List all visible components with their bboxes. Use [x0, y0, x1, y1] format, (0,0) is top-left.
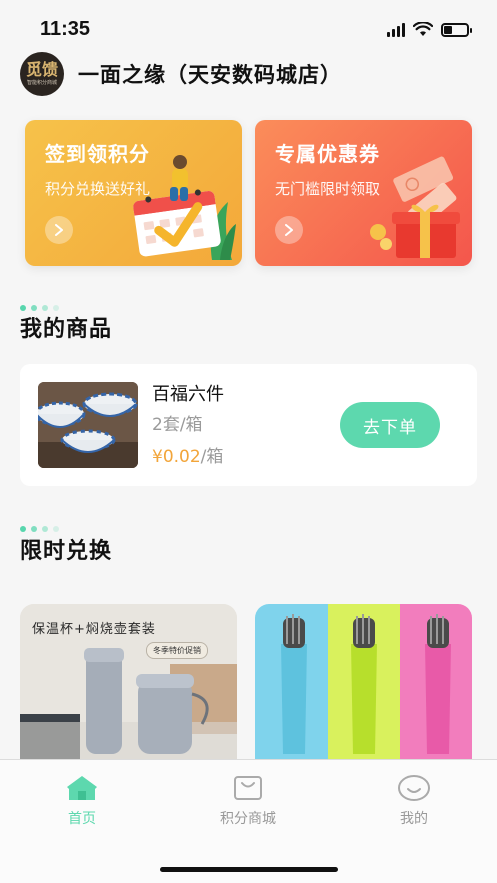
store-header[interactable]: 觅馈 智能积分商城 一面之缘（天安数码城店） — [20, 52, 342, 96]
tab-home-label: 首页 — [68, 811, 96, 827]
product-name: 百福六件 — [152, 384, 224, 405]
place-order-button[interactable]: 去下单 — [340, 402, 440, 448]
exclusive-coupon-card[interactable]: 专属优惠券 无门槛限时领取 — [255, 120, 472, 266]
bowl-set-image — [38, 382, 138, 468]
status-bar: 11:35 — [0, 0, 497, 60]
product-price-unit: /箱 — [200, 447, 224, 467]
wifi-icon — [413, 22, 433, 36]
store-logo-mark: 觅馈 — [25, 59, 58, 79]
status-time: 11:35 — [40, 18, 91, 40]
store-logo-sub: 智能积分商城 — [26, 79, 57, 86]
bottom-tab-bar: 首页 积分商城 我的 — [0, 759, 497, 883]
tab-home[interactable]: 首页 — [22, 774, 142, 828]
exchange-item-card[interactable] — [255, 604, 472, 759]
smile-face-icon — [398, 775, 430, 801]
product-price: ¥0.02/箱 — [152, 442, 223, 467]
checkin-arrow-button[interactable] — [45, 216, 73, 244]
shop-bag-icon — [234, 776, 262, 800]
battery-icon — [441, 22, 472, 37]
store-logo: 觅馈 智能积分商城 — [20, 52, 64, 96]
flash-exchange-title: 限时兑换 — [20, 539, 113, 564]
section-dots-decoration — [20, 526, 59, 532]
tab-points-mall[interactable]: 积分商城 — [188, 774, 308, 828]
exchange-banner-text: 保温杯+焖烧壶套装 — [32, 622, 156, 637]
home-indicator — [160, 867, 338, 872]
status-icons — [387, 22, 472, 37]
tab-mine-label: 我的 — [400, 811, 428, 827]
product-image — [38, 382, 138, 468]
product-spec: 2套/箱 — [152, 415, 203, 435]
my-products-title: 我的商品 — [20, 317, 113, 342]
exchange-badge: 冬季特价促销 — [146, 642, 208, 659]
checkin-points-card[interactable]: 签到领积分 积分兑换送好礼 — [25, 120, 242, 266]
home-icon — [67, 776, 97, 800]
chevron-right-icon — [55, 224, 63, 236]
gift-box-icon — [370, 156, 460, 258]
product-card[interactable]: 百福六件 2套/箱 ¥0.02/箱 去下单 — [20, 364, 477, 486]
store-name: 一面之缘（天安数码城店） — [78, 63, 342, 87]
cellular-signal-icon — [387, 22, 405, 37]
product-price-amount: ¥0.02 — [152, 447, 201, 467]
tab-mine[interactable]: 我的 — [354, 774, 474, 828]
tab-points-mall-label: 积分商城 — [220, 811, 276, 827]
toothbrush-heads-image — [255, 604, 472, 759]
chevron-right-icon — [285, 224, 293, 236]
exchange-item-card[interactable]: 保温杯+焖烧壶套装 冬季特价促销 — [20, 604, 237, 759]
calendar-check-icon — [133, 155, 236, 260]
coupon-arrow-button[interactable] — [275, 216, 303, 244]
